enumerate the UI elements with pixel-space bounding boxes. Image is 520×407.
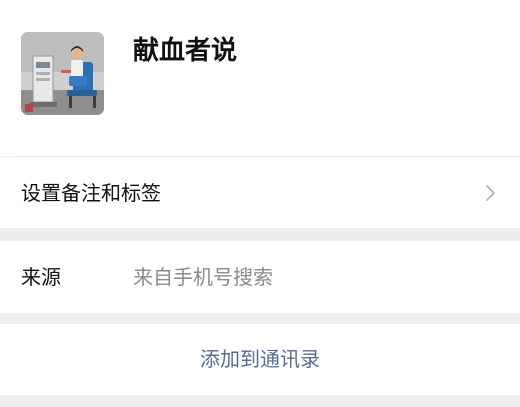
- profile-card: 献血者说: [0, 0, 520, 156]
- source-row: 来源 来自手机号搜索: [0, 241, 520, 313]
- add-to-contacts-button[interactable]: 添加到通讯录: [0, 324, 520, 395]
- chevron-right-icon: [486, 185, 495, 201]
- set-remark-and-tags-label: 设置备注和标签: [21, 181, 161, 205]
- avatar-image: [21, 32, 104, 115]
- source-label: 来源: [21, 265, 61, 289]
- source-value: 来自手机号搜索: [133, 265, 273, 289]
- contact-name: 献血者说: [133, 36, 238, 66]
- avatar[interactable]: [21, 32, 104, 115]
- set-remark-and-tags-row[interactable]: 设置备注和标签: [0, 157, 520, 228]
- add-to-contacts-label: 添加到通讯录: [200, 347, 320, 371]
